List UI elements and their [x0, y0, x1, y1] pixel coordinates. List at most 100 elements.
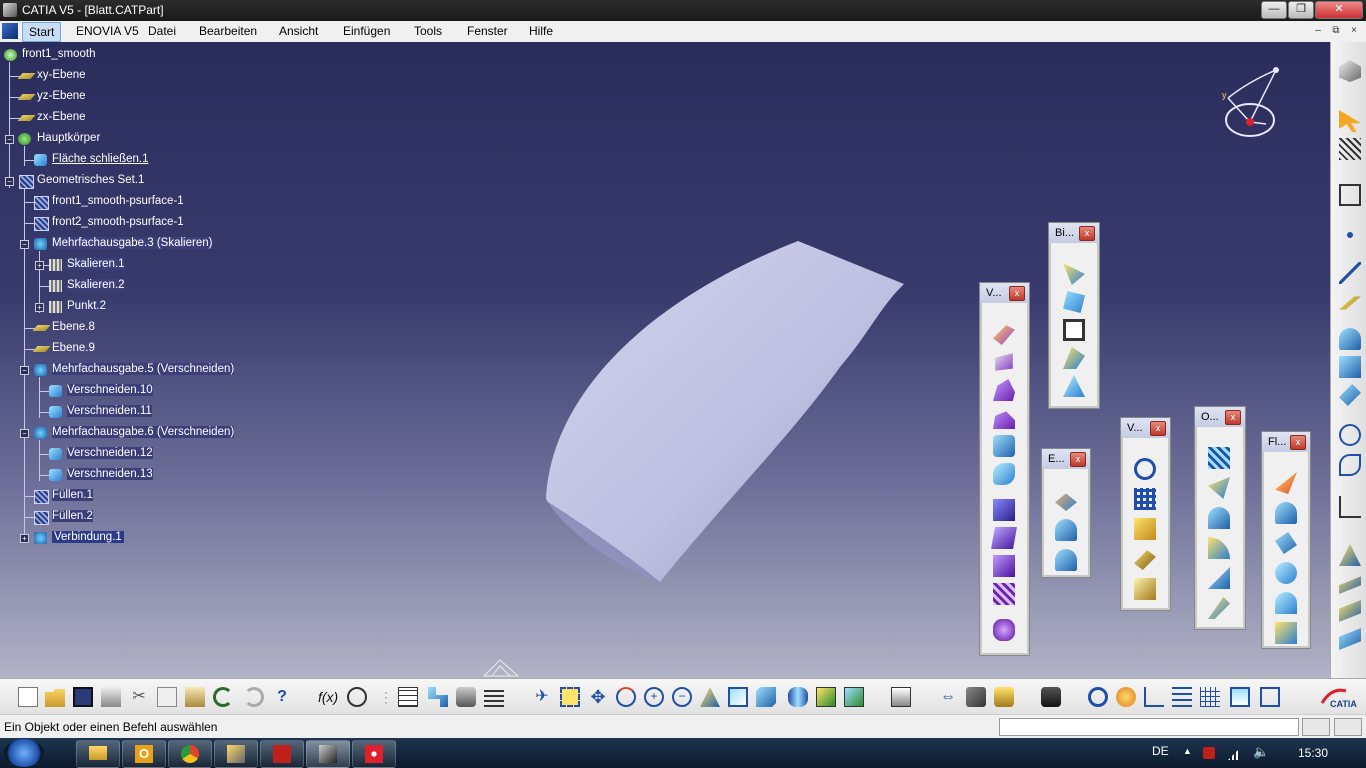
taskbar-catia[interactable] — [306, 740, 350, 768]
project-icon[interactable] — [1339, 328, 1361, 350]
pattern-icon[interactable] — [993, 583, 1015, 605]
close-surface-icon[interactable] — [993, 463, 1015, 485]
paste-icon[interactable] — [185, 687, 205, 707]
toolbar-bi[interactable]: Bi... x — [1048, 222, 1100, 409]
menu-datei[interactable]: Datei — [148, 24, 176, 38]
save-icon[interactable] — [73, 687, 93, 707]
axis-system-icon[interactable] — [1144, 687, 1164, 707]
3d-viewport[interactable]: − − − + + − − + front1_smooth xy-Ebene y… — [0, 42, 1330, 678]
iso-view-icon[interactable] — [756, 687, 776, 707]
mdi-restore-button[interactable]: ⧉ — [1328, 24, 1344, 38]
toolbar-header[interactable]: O... x — [1195, 407, 1245, 427]
swap-space-icon[interactable] — [844, 687, 864, 707]
toolbar-header[interactable]: V... x — [1121, 418, 1170, 438]
point-tool-icon[interactable] — [1347, 232, 1353, 238]
toolbar-fl[interactable]: Fl... x — [1261, 431, 1311, 649]
menu-tools[interactable]: Tools — [414, 24, 442, 38]
language-indicator[interactable]: DE — [1152, 744, 1169, 758]
start-orb-icon[interactable] — [4, 739, 44, 767]
close-button[interactable]: ✕ — [1315, 1, 1363, 19]
rotate-icon[interactable] — [616, 687, 636, 707]
command-clear-button[interactable] — [1334, 718, 1362, 736]
work-on-support-icon[interactable] — [1230, 687, 1250, 707]
surface-tool-icon[interactable] — [1339, 544, 1361, 566]
material-icon[interactable] — [994, 687, 1014, 707]
line-tool-icon[interactable] — [1339, 262, 1361, 284]
loft-icon[interactable] — [993, 411, 1015, 429]
draft-analysis-icon[interactable] — [1055, 549, 1077, 571]
taskbar-chrome[interactable] — [168, 740, 212, 768]
boolean-icon[interactable] — [993, 619, 1015, 641]
hide-show-icon[interactable] — [816, 687, 836, 707]
view-mode-icon[interactable] — [1260, 687, 1280, 707]
taskbar-outlook[interactable]: O — [122, 740, 166, 768]
new-file-icon[interactable] — [18, 687, 38, 707]
multi-view-icon[interactable] — [728, 687, 748, 707]
print-icon[interactable] — [101, 687, 121, 707]
fill-surface-icon[interactable] — [1275, 622, 1297, 644]
grid-icon[interactable] — [1200, 687, 1220, 707]
menu-start[interactable]: Start — [22, 22, 62, 42]
curve-icon[interactable] — [1339, 496, 1361, 518]
action-center-icon[interactable] — [1203, 747, 1215, 759]
shell-icon[interactable] — [991, 527, 1017, 549]
boundary-icon[interactable] — [1063, 263, 1085, 285]
lock-icon[interactable] — [456, 687, 476, 707]
taskbar-acrobat[interactable] — [260, 740, 304, 768]
grid-snap-icon[interactable] — [1339, 138, 1361, 160]
toolbar-v2[interactable]: V... x — [1120, 417, 1171, 611]
menu-fenster[interactable]: Fenster — [467, 24, 508, 38]
fit-all-icon[interactable] — [560, 687, 580, 707]
toolbar-header[interactable]: V... x — [980, 283, 1029, 303]
taskbar-app2[interactable] — [352, 740, 396, 768]
extrapolate-icon[interactable] — [1063, 375, 1085, 397]
fillet-curve-icon[interactable] — [1208, 537, 1230, 559]
circle-icon[interactable] — [1339, 424, 1361, 446]
taskbar-explorer[interactable] — [76, 740, 120, 768]
extrapol-icon[interactable] — [1208, 597, 1230, 619]
measure-icon[interactable]: ⇔ — [938, 687, 958, 707]
toolbar-e[interactable]: E... x — [1041, 448, 1091, 578]
menu-enovia[interactable]: ENOVIA V5 — [76, 24, 139, 38]
revolve-surface-icon[interactable] — [1275, 532, 1297, 554]
list-icon[interactable] — [484, 687, 504, 707]
plane-tool-icon[interactable] — [1339, 296, 1361, 310]
menu-bearbeiten[interactable]: Bearbeiten — [199, 24, 257, 38]
toolbar-close-button[interactable]: x — [1290, 435, 1306, 450]
toolbar-close-button[interactable]: x — [1079, 226, 1095, 241]
update-icon[interactable] — [891, 687, 911, 707]
expand-multi5-toggle[interactable]: − — [20, 366, 29, 375]
transform-icon[interactable] — [1208, 567, 1230, 589]
healing-icon[interactable] — [1339, 628, 1361, 650]
fly-mode-icon[interactable]: ✈ — [532, 687, 552, 707]
hand-icon[interactable] — [1116, 687, 1136, 707]
analysis-icon[interactable] — [1055, 493, 1077, 511]
translate-icon[interactable] — [1063, 347, 1085, 369]
offset-icon[interactable] — [1339, 384, 1361, 406]
revolve-icon[interactable] — [995, 353, 1013, 371]
spline-icon[interactable] — [1339, 454, 1361, 476]
expand-hauptkoerper-toggle[interactable]: − — [5, 135, 14, 144]
tray-expand-icon[interactable]: ▲ — [1183, 746, 1192, 756]
toolbar-close-button[interactable]: x — [1070, 452, 1086, 467]
sweep-surface-icon[interactable] — [1275, 472, 1297, 494]
clock[interactable]: 15:30 — [1298, 746, 1328, 760]
spin-icon[interactable] — [1088, 687, 1108, 707]
grid-pattern-icon[interactable] — [1134, 488, 1156, 510]
fillet-shape-icon[interactable] — [1063, 319, 1085, 341]
capture-icon[interactable] — [1041, 687, 1061, 707]
thick-surface-icon[interactable] — [993, 435, 1015, 457]
toolbar-header[interactable]: Fl... x — [1262, 432, 1310, 452]
toolbar-header[interactable]: E... x — [1042, 449, 1090, 469]
blend-icon[interactable] — [1339, 576, 1361, 594]
surface-part[interactable] — [540, 237, 910, 587]
draft-icon[interactable] — [993, 499, 1015, 521]
toolbar-close-button[interactable]: x — [1225, 410, 1241, 425]
sweep-icon[interactable] — [993, 379, 1015, 401]
mdi-minimize-button[interactable]: – — [1310, 24, 1326, 38]
expand-multi6-toggle[interactable]: − — [20, 429, 29, 438]
expand-geoset-toggle[interactable]: − — [5, 177, 14, 186]
sketch-icon[interactable] — [1339, 184, 1361, 206]
expand-multi3-toggle[interactable]: − — [20, 240, 29, 249]
expand-punkt2-toggle[interactable]: + — [35, 303, 44, 312]
